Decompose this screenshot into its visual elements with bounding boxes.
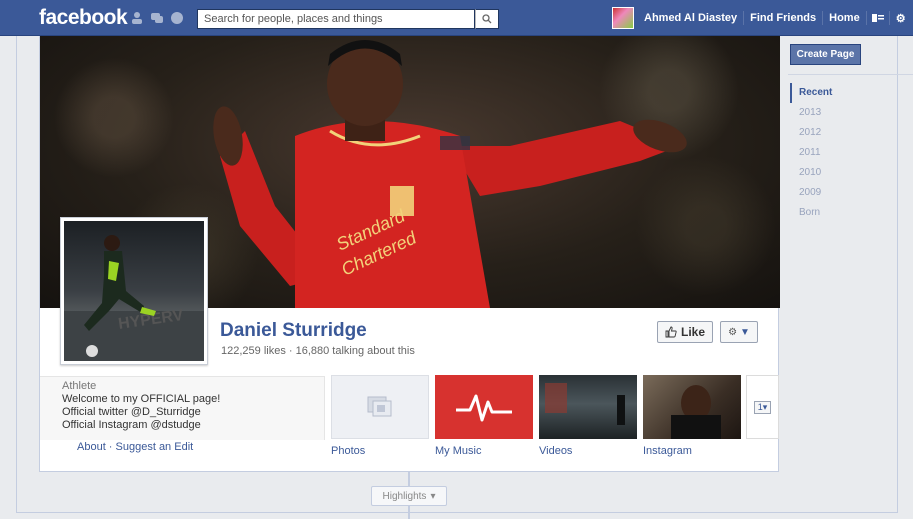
top-bar: facebook Search for people, places and t…: [0, 0, 913, 36]
friend-requests-icon[interactable]: [130, 11, 144, 25]
page-switch-icon[interactable]: [867, 7, 889, 29]
chevron-down-icon: ▼: [740, 326, 750, 338]
page-category: Athlete: [62, 380, 97, 392]
notification-jewels: [130, 11, 184, 25]
app-label[interactable]: Instagram: [643, 445, 692, 457]
page-name: Daniel Sturridge: [220, 320, 367, 341]
music-waveform-icon: [456, 394, 512, 422]
thumbs-up-icon: [665, 326, 677, 338]
timeline-year-nav: Recent 2013 2012 2011 2010 2009 Born: [790, 83, 832, 223]
chevron-down-icon: ▾: [430, 490, 436, 502]
page-frame-bottom: [16, 512, 898, 513]
home-link[interactable]: Home: [823, 12, 866, 24]
sidebar-divider: [788, 74, 913, 75]
search-button[interactable]: [475, 9, 499, 29]
app-label[interactable]: My Music: [435, 445, 481, 457]
search-input[interactable]: Search for people, places and things: [197, 9, 475, 29]
top-nav: Ahmed Al Diastey Find Friends Home ⚙: [638, 0, 912, 36]
apps-more-button[interactable]: 1▾: [746, 375, 779, 439]
messages-icon[interactable]: [150, 11, 164, 25]
year-item-2011[interactable]: 2011: [790, 143, 832, 163]
page-stats: 122,259 likes · 16,880 talking about thi…: [221, 345, 415, 357]
year-item-2013[interactable]: 2013: [790, 103, 832, 123]
app-label[interactable]: Videos: [539, 445, 572, 457]
page-frame-left: [16, 36, 17, 512]
year-item-2012[interactable]: 2012: [790, 123, 832, 143]
app-videos[interactable]: Videos: [539, 375, 637, 457]
notifications-globe-icon[interactable]: [170, 11, 184, 25]
like-button[interactable]: Like: [657, 321, 713, 343]
profile-picture[interactable]: HYPERV: [60, 217, 208, 365]
photos-icon: [367, 396, 392, 417]
year-item-2009[interactable]: 2009: [790, 183, 832, 203]
search-icon: [482, 14, 492, 24]
about-box: Athlete Welcome to my OFFICIAL page! Off…: [40, 376, 325, 440]
app-photos[interactable]: Photos: [331, 375, 429, 457]
settings-gear-icon[interactable]: ⚙: [890, 7, 912, 29]
app-label[interactable]: Photos: [331, 445, 365, 457]
app-my-music[interactable]: My Music: [435, 375, 533, 457]
page-options-button[interactable]: ⚙ ▼: [720, 321, 758, 343]
profile-picture-image: HYPERV: [64, 221, 204, 361]
facebook-logo[interactable]: facebook: [39, 6, 128, 30]
find-friends-link[interactable]: Find Friends: [744, 12, 822, 24]
music-thumb: [435, 375, 533, 439]
timeline-card: Standard Chartered HYPERV Daniel Sturrid…: [39, 36, 780, 472]
app-instagram[interactable]: Instagram: [643, 375, 741, 457]
user-avatar[interactable]: [612, 7, 634, 29]
apps-more-count: 1▾: [753, 400, 772, 414]
like-label: Like: [680, 325, 705, 339]
about-line: Official twitter @D_Sturridge: [62, 406, 201, 418]
page-frame-right: [897, 36, 898, 512]
user-name-link[interactable]: Ahmed Al Diastey: [638, 12, 743, 24]
about-line: Official Instagram @dstudge: [62, 419, 201, 431]
highlights-label: Highlights: [382, 490, 427, 502]
instagram-thumb: [643, 375, 741, 439]
apps-row: Photos My Music Videos Instagram: [331, 375, 741, 457]
year-item-recent[interactable]: Recent: [790, 83, 832, 103]
highlights-dropdown[interactable]: Highlights ▾: [371, 486, 447, 506]
year-item-born[interactable]: Born: [790, 203, 832, 223]
create-page-button[interactable]: Create Page: [790, 44, 861, 65]
photos-thumb: [331, 375, 429, 439]
about-links[interactable]: About · Suggest an Edit: [77, 441, 193, 453]
year-item-2010[interactable]: 2010: [790, 163, 832, 183]
gear-icon: ⚙: [728, 326, 738, 338]
videos-thumb: [539, 375, 637, 439]
about-line: Welcome to my OFFICIAL page!: [62, 393, 221, 405]
